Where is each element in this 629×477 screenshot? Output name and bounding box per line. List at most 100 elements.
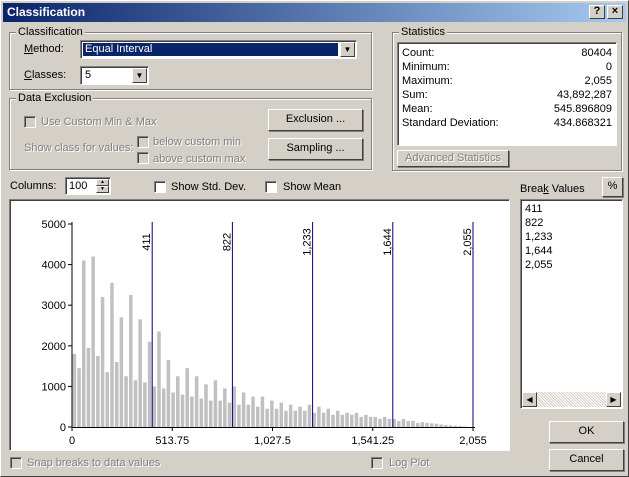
columns-spinner[interactable]: 100 ▲ ▼: [65, 177, 111, 195]
help-button[interactable]: ?: [589, 5, 605, 19]
scroll-right-icon[interactable]: ▶: [606, 392, 621, 407]
histogram-bar: [420, 422, 425, 427]
y-tick-label: 2000: [42, 341, 66, 353]
histogram-bar: [152, 386, 157, 427]
statistics-key: Minimum:: [402, 61, 450, 73]
histogram-bar: [185, 368, 189, 427]
break-values-list[interactable]: 411 822 1,233 1,644 2,055 ◀ ▶: [520, 199, 623, 409]
horizontal-scrollbar[interactable]: ◀ ▶: [522, 392, 621, 407]
histogram-bar: [288, 404, 293, 427]
break-value-item[interactable]: 2,055: [525, 259, 553, 271]
histogram-bar: [218, 400, 222, 427]
histogram-bar: [354, 412, 359, 427]
x-tick-label: 1,027.5: [254, 435, 291, 447]
statistics-value: 2,055: [584, 75, 612, 87]
show-mean-checkbox[interactable]: [265, 181, 277, 193]
histogram-bar: [190, 396, 194, 427]
histogram-bar: [114, 362, 119, 427]
statistics-value: 434.868321: [553, 117, 612, 129]
log-plot-label: Log Plot: [389, 457, 430, 469]
method-value: Equal Interval: [83, 43, 338, 56]
below-custom-checkbox[interactable]: [137, 136, 149, 148]
histogram-bar: [265, 408, 269, 427]
histogram-bar: [72, 353, 77, 427]
classes-dropdown-arrow-icon[interactable]: ▼: [132, 68, 147, 83]
histogram-bar: [157, 331, 161, 427]
classification-legend: Classification: [16, 26, 85, 38]
break-value-item[interactable]: 822: [525, 217, 543, 229]
histogram-bar: [382, 416, 387, 427]
spin-down-icon[interactable]: ▼: [96, 186, 109, 193]
statistics-legend: Statistics: [399, 26, 448, 38]
break-value-item[interactable]: 1,644: [525, 245, 553, 257]
snap-breaks-checkbox[interactable]: [10, 457, 22, 469]
show-mean-label: Show Mean: [283, 181, 342, 193]
histogram-bar: [326, 408, 331, 427]
histogram-bar: [429, 423, 434, 427]
histogram-bar: [434, 423, 439, 427]
histogram-bar: [345, 412, 349, 427]
classes-select[interactable]: 5 ▼: [80, 66, 149, 85]
histogram-bar: [401, 418, 406, 427]
statistics-key: Count:: [402, 47, 435, 59]
method-select[interactable]: Equal Interval ▼: [80, 40, 357, 59]
ok-button[interactable]: OK: [549, 421, 624, 443]
method-label: Method:: [24, 43, 64, 55]
histogram-bar: [227, 402, 232, 427]
columns-label: Columns:: [10, 180, 57, 192]
histogram-bar: [279, 402, 283, 427]
histogram-bar: [105, 372, 110, 427]
histogram-bar: [387, 418, 392, 427]
cancel-button[interactable]: Cancel: [549, 449, 624, 471]
classification-dialog: Classification ? × Classification Method…: [0, 0, 629, 477]
spin-up-icon[interactable]: ▲: [96, 179, 109, 186]
scroll-left-icon[interactable]: ◀: [522, 392, 537, 407]
histogram-bar: [255, 406, 260, 427]
advanced-statistics-button[interactable]: Advanced Statistics: [397, 150, 509, 167]
method-dropdown-arrow-icon[interactable]: ▼: [340, 42, 355, 57]
histogram-bar: [293, 410, 298, 427]
percent-button[interactable]: %: [602, 177, 623, 197]
histogram-bar: [284, 410, 288, 427]
show-std-dev-checkbox[interactable]: [154, 181, 166, 193]
histogram-bar: [373, 416, 378, 427]
x-tick-label: 1,541.25: [351, 435, 394, 447]
statistics-key: Mean:: [402, 103, 433, 115]
exclusion-button[interactable]: Exclusion ...: [268, 109, 363, 131]
histogram-bar: [411, 420, 415, 427]
show-class-label: Show class for values:: [24, 142, 134, 154]
log-plot-checkbox[interactable]: [371, 457, 383, 469]
statistics-panel: Count: 80404 Minimum: 0 Maximum: 2,055 Sum: 43,…: [397, 42, 617, 146]
histogram-bar: [359, 416, 363, 427]
statistics-key: Standard Deviation:: [402, 117, 499, 129]
below-custom-label: below custom min: [153, 136, 242, 148]
histogram-bar: [138, 319, 142, 427]
statistics-row: Standard Deviation: 434.868321: [402, 117, 612, 131]
histogram-bar: [298, 406, 302, 427]
histogram-bar: [124, 376, 128, 427]
histogram-bar: [199, 398, 204, 427]
window-title: Classification: [7, 5, 86, 19]
classification-group: Classification Method: Equal Interval ▼ …: [9, 26, 372, 90]
above-custom-checkbox[interactable]: [137, 152, 149, 164]
histogram-chart[interactable]: 0 1000 2000 3000 4000 5000 0 513.75 1,027.5 1,541…: [10, 200, 509, 450]
break-value-item[interactable]: 411: [525, 203, 543, 215]
histogram-bar: [321, 412, 326, 427]
statistics-group: Statistics Count: 80404 Minimum: 0 Maximum: 2…: [392, 26, 622, 171]
break-line-label: 1,644: [382, 228, 394, 256]
break-value-item[interactable]: 1,233: [525, 231, 553, 243]
histogram-bar: [223, 388, 227, 427]
use-custom-checkbox[interactable]: [24, 116, 36, 128]
break-line-label: 2,055: [462, 228, 474, 256]
histogram-bar: [368, 416, 373, 427]
histogram-panel: 0 1000 2000 3000 4000 5000 0 513.75 1,027.5 1,541…: [9, 199, 510, 451]
sampling-button[interactable]: Sampling ...: [268, 138, 363, 160]
histogram-bar: [161, 388, 166, 427]
histogram-bar: [303, 410, 307, 427]
histogram-bar: [378, 418, 382, 427]
above-custom-label: above custom max: [153, 153, 246, 165]
statistics-row: Count: 80404: [402, 47, 612, 61]
histogram-bar: [119, 317, 124, 427]
close-button[interactable]: ×: [607, 5, 623, 19]
histogram-bar: [213, 380, 218, 427]
